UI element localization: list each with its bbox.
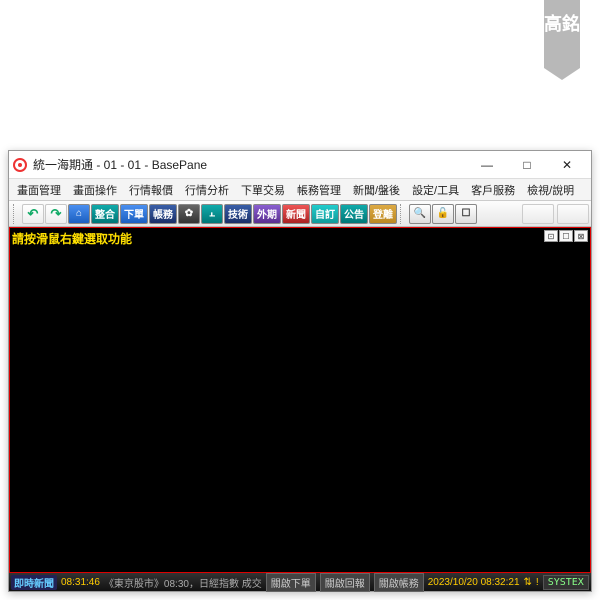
menu-layout-mgmt[interactable]: 畫面管理 — [13, 180, 65, 200]
status-toggle-order[interactable]: 關啟下單 — [266, 573, 316, 592]
menu-quotes[interactable]: 行情報價 — [125, 180, 177, 200]
content-pane[interactable]: 請按滑鼠右鍵選取功能 ⊡ ☐ ⊠ — [9, 227, 591, 573]
signal-icon: ⇅ — [524, 577, 532, 588]
tb-notice-button[interactable]: 公告 — [340, 204, 368, 224]
menu-news[interactable]: 新聞/盤後 — [349, 180, 404, 200]
menu-service[interactable]: 客戶服務 — [467, 180, 519, 200]
minimize-button[interactable]: — — [467, 152, 507, 178]
status-ticker: 《東京股市》08:30，日經指數 成交 — [104, 575, 262, 590]
titlebar[interactable]: 統一海期通 - 01 - 01 - BasePane — □ ✕ — [9, 151, 591, 179]
status-time: 08:31:46 — [61, 577, 100, 588]
toolbar-tray-2[interactable] — [557, 204, 589, 224]
toolbar-sep — [400, 204, 406, 224]
tb-tech-button[interactable]: 技術 — [224, 204, 252, 224]
tb-news-button[interactable]: 新聞 — [282, 204, 310, 224]
window-title: 統一海期通 - 01 - 01 - BasePane — [33, 156, 467, 173]
bookmark-ribbon: 高銘 — [544, 0, 580, 80]
tb-custom-button[interactable]: 自訂 — [311, 204, 339, 224]
toolbar-tray-1[interactable] — [522, 204, 554, 224]
back-button[interactable]: ↶ — [22, 204, 44, 224]
menu-layout-op[interactable]: 畫面操作 — [69, 180, 121, 200]
tb-foreign-button[interactable]: 外期 — [253, 204, 281, 224]
tb-account-button[interactable]: 帳務 — [149, 204, 177, 224]
status-datetime: 2023/10/20 08:32:21 — [428, 577, 520, 588]
tb-order-button[interactable]: 下單 — [120, 204, 148, 224]
context-hint: 請按滑鼠右鍵選取功能 — [12, 230, 132, 247]
app-window: 統一海期通 - 01 - 01 - BasePane — □ ✕ 畫面管理 畫面… — [8, 150, 592, 592]
tb-home-button[interactable]: ⌂ — [68, 204, 90, 224]
menu-help[interactable]: 檢視/說明 — [523, 180, 578, 200]
statusbar: 即時新聞 08:31:46 《東京股市》08:30，日經指數 成交 關啟下單 關… — [9, 573, 591, 591]
menu-settings[interactable]: 設定/工具 — [408, 180, 463, 200]
menu-order[interactable]: 下單交易 — [237, 180, 289, 200]
extra-mini-button[interactable]: ☐ — [455, 204, 477, 224]
tb-settings-button[interactable]: ✿ — [178, 204, 200, 224]
brand-badge: SYSTEX — [543, 575, 589, 590]
close-button[interactable]: ✕ — [547, 152, 587, 178]
menu-analysis[interactable]: 行情分析 — [181, 180, 233, 200]
tb-chart-button[interactable]: ⫠ — [201, 204, 223, 224]
tb-logout-button[interactable]: 登離 — [369, 204, 397, 224]
toolbar-grip[interactable] — [13, 204, 19, 224]
pane-max-icon[interactable]: ☐ — [559, 230, 573, 242]
forward-button[interactable]: ↷ — [45, 204, 67, 224]
alert-icon[interactable]: ! — [536, 577, 539, 588]
extra-search-button[interactable]: 🔍 — [409, 204, 431, 224]
pane-controls: ⊡ ☐ ⊠ — [544, 230, 588, 242]
maximize-button[interactable]: □ — [507, 152, 547, 178]
menubar: 畫面管理 畫面操作 行情報價 行情分析 下單交易 帳務管理 新聞/盤後 設定/工… — [9, 179, 591, 201]
status-news-label[interactable]: 即時新聞 — [11, 575, 57, 590]
toolbar: ↶ ↷ ⌂整合下單帳務✿⫠技術外期新聞自訂公告登離 🔍 🔓 ☐ — [9, 201, 591, 227]
tb-integrate-button[interactable]: 整合 — [91, 204, 119, 224]
pane-min-icon[interactable]: ⊡ — [544, 230, 558, 242]
status-toggle-report[interactable]: 關啟回報 — [320, 573, 370, 592]
pane-close-icon[interactable]: ⊠ — [574, 230, 588, 242]
app-icon — [13, 158, 27, 172]
extra-lock-button[interactable]: 🔓 — [432, 204, 454, 224]
menu-account[interactable]: 帳務管理 — [293, 180, 345, 200]
status-toggle-account[interactable]: 關啟帳務 — [374, 573, 424, 592]
